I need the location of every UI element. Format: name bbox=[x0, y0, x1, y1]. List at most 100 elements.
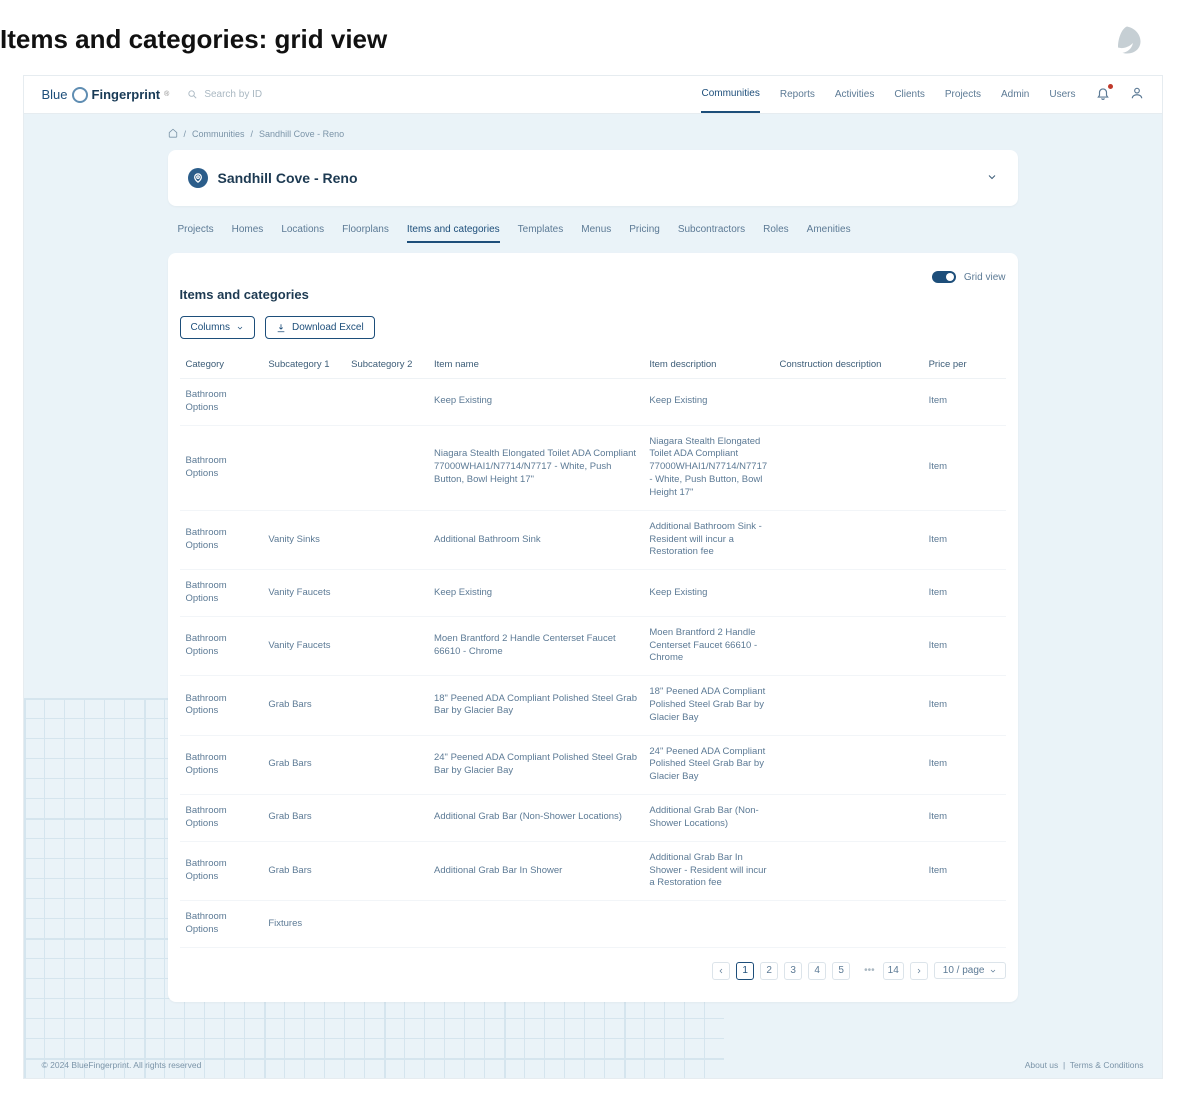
subtab-menus[interactable]: Menus bbox=[581, 218, 611, 243]
topnav-item-clients[interactable]: Clients bbox=[894, 77, 925, 112]
chevron-down-icon bbox=[989, 967, 997, 975]
table-cell bbox=[345, 901, 428, 948]
subtab-templates[interactable]: Templates bbox=[518, 218, 564, 243]
table-cell bbox=[773, 510, 922, 569]
topnav-item-communities[interactable]: Communities bbox=[701, 76, 759, 113]
table-row[interactable]: Bathroom OptionsGrab Bars24" Peened ADA … bbox=[180, 735, 1006, 794]
grid-view-toggle[interactable] bbox=[932, 271, 956, 283]
columns-button[interactable]: Columns bbox=[180, 316, 255, 339]
subtab-amenities[interactable]: Amenities bbox=[807, 218, 851, 243]
subtabs: Projects Homes Locations Floorplans Items an… bbox=[178, 218, 1008, 243]
columns-button-label: Columns bbox=[191, 322, 230, 333]
column-header[interactable]: Category bbox=[180, 351, 263, 379]
page-next-button[interactable] bbox=[910, 962, 928, 980]
subtab-pricing[interactable]: Pricing bbox=[629, 218, 660, 243]
top-nav: Communities Reports Activities Clients Proje… bbox=[701, 76, 1143, 113]
table-cell bbox=[773, 379, 922, 426]
column-header[interactable]: Item name bbox=[428, 351, 643, 379]
table-cell: Additional Grab Bar In Shower - Resident… bbox=[643, 841, 773, 900]
page-header-card[interactable]: Sandhill Cove - Reno bbox=[168, 150, 1018, 206]
page-prev-button[interactable] bbox=[712, 962, 730, 980]
chevron-left-icon bbox=[717, 967, 725, 975]
table-cell: Keep Existing bbox=[428, 379, 643, 426]
section-title: Items and categories bbox=[180, 287, 1006, 302]
page-last-button[interactable]: 14 bbox=[883, 962, 904, 980]
column-header[interactable]: Item description bbox=[643, 351, 773, 379]
table-cell: Grab Bars bbox=[262, 676, 345, 735]
subtab-floorplans[interactable]: Floorplans bbox=[342, 218, 389, 243]
chevron-down-icon bbox=[236, 324, 244, 332]
topnav-item-activities[interactable]: Activities bbox=[835, 77, 874, 112]
topnav-item-admin[interactable]: Admin bbox=[1001, 77, 1029, 112]
table-row[interactable]: Bathroom OptionsVanity FaucetsMoen Brant… bbox=[180, 616, 1006, 675]
table-cell bbox=[773, 616, 922, 675]
table-cell: Bathroom Options bbox=[180, 616, 263, 675]
search-icon bbox=[187, 89, 198, 100]
table-cell: Bathroom Options bbox=[180, 379, 263, 426]
subtab-locations[interactable]: Locations bbox=[281, 218, 324, 243]
topnav-item-projects[interactable]: Projects bbox=[945, 77, 981, 112]
brand-logo[interactable]: Blue Fingerprint ® bbox=[42, 87, 170, 103]
table-cell bbox=[773, 676, 922, 735]
column-header[interactable]: Construction description bbox=[773, 351, 922, 379]
table-cell: Grab Bars bbox=[262, 841, 345, 900]
table-row[interactable]: Bathroom OptionsNiagara Stealth Elongate… bbox=[180, 425, 1006, 510]
table-cell: Item bbox=[923, 841, 1006, 900]
subtab-items-and-categories[interactable]: Items and categories bbox=[407, 218, 500, 243]
search-input[interactable]: Search by ID bbox=[187, 89, 262, 100]
user-avatar-icon[interactable] bbox=[1130, 86, 1144, 103]
table-cell: Niagara Stealth Elongated Toilet ADA Com… bbox=[643, 425, 773, 510]
page-number-button[interactable]: 1 bbox=[736, 962, 754, 980]
footer-link-terms[interactable]: Terms & Conditions bbox=[1070, 1060, 1144, 1070]
home-icon[interactable] bbox=[168, 128, 178, 140]
page-number-button[interactable]: 5 bbox=[832, 962, 850, 980]
table-row[interactable]: Bathroom OptionsGrab BarsAdditional Grab… bbox=[180, 841, 1006, 900]
subtab-homes[interactable]: Homes bbox=[232, 218, 264, 243]
notification-bell-icon[interactable] bbox=[1096, 86, 1110, 103]
subtab-roles[interactable]: Roles bbox=[763, 218, 789, 243]
table-cell: Additional Grab Bar (Non-Shower Location… bbox=[643, 795, 773, 842]
table-cell: Bathroom Options bbox=[180, 570, 263, 617]
subtab-projects[interactable]: Projects bbox=[178, 218, 214, 243]
breadcrumb-communities[interactable]: Communities bbox=[192, 129, 245, 139]
page-number-button[interactable]: 3 bbox=[784, 962, 802, 980]
table-cell: Fixtures bbox=[262, 901, 345, 948]
table-cell bbox=[773, 570, 922, 617]
fingerprint-icon bbox=[72, 87, 88, 103]
table-cell: Keep Existing bbox=[643, 379, 773, 426]
page-title: Sandhill Cove - Reno bbox=[218, 170, 358, 186]
table-row[interactable]: Bathroom OptionsFixtures bbox=[180, 901, 1006, 948]
items-table: CategorySubcategory 1Subcategory 2Item n… bbox=[180, 351, 1006, 948]
table-row[interactable]: Bathroom Options Keep ExistingKeep Existi… bbox=[180, 379, 1006, 426]
table-cell: Item bbox=[923, 795, 1006, 842]
table-cell bbox=[345, 510, 428, 569]
footer-link-about[interactable]: About us bbox=[1025, 1060, 1059, 1070]
table-cell: Bathroom Options bbox=[180, 510, 263, 569]
table-row[interactable]: Bathroom OptionsGrab Bars18" Peened ADA … bbox=[180, 676, 1006, 735]
table-cell: Additional Bathroom Sink - Resident will… bbox=[643, 510, 773, 569]
table-cell: Grab Bars bbox=[262, 795, 345, 842]
table-cell: Additional Grab Bar (Non-Shower Location… bbox=[428, 795, 643, 842]
table-cell bbox=[773, 795, 922, 842]
table-cell bbox=[345, 570, 428, 617]
table-cell: Vanity Faucets bbox=[262, 570, 345, 617]
chevron-down-icon[interactable] bbox=[986, 171, 998, 186]
table-row[interactable]: Bathroom OptionsVanity FaucetsKeep Exist… bbox=[180, 570, 1006, 617]
page-number-button[interactable]: 4 bbox=[808, 962, 826, 980]
page-number-button[interactable]: 2 bbox=[760, 962, 778, 980]
subtab-subcontractors[interactable]: Subcontractors bbox=[678, 218, 745, 243]
column-header[interactable]: Subcategory 1 bbox=[262, 351, 345, 379]
table-cell: Bathroom Options bbox=[180, 735, 263, 794]
page-size-select[interactable]: 10 / page bbox=[934, 962, 1006, 979]
column-header[interactable]: Price per bbox=[923, 351, 1006, 379]
table-row[interactable]: Bathroom OptionsVanity SinksAdditional B… bbox=[180, 510, 1006, 569]
topnav-item-users[interactable]: Users bbox=[1049, 77, 1075, 112]
table-cell bbox=[773, 901, 922, 948]
download-excel-button[interactable]: Download Excel bbox=[265, 316, 375, 339]
table-row[interactable]: Bathroom OptionsGrab BarsAdditional Grab… bbox=[180, 795, 1006, 842]
table-cell bbox=[345, 795, 428, 842]
download-button-label: Download Excel bbox=[292, 322, 364, 333]
table-cell bbox=[345, 735, 428, 794]
column-header[interactable]: Subcategory 2 bbox=[345, 351, 428, 379]
topnav-item-reports[interactable]: Reports bbox=[780, 77, 815, 112]
